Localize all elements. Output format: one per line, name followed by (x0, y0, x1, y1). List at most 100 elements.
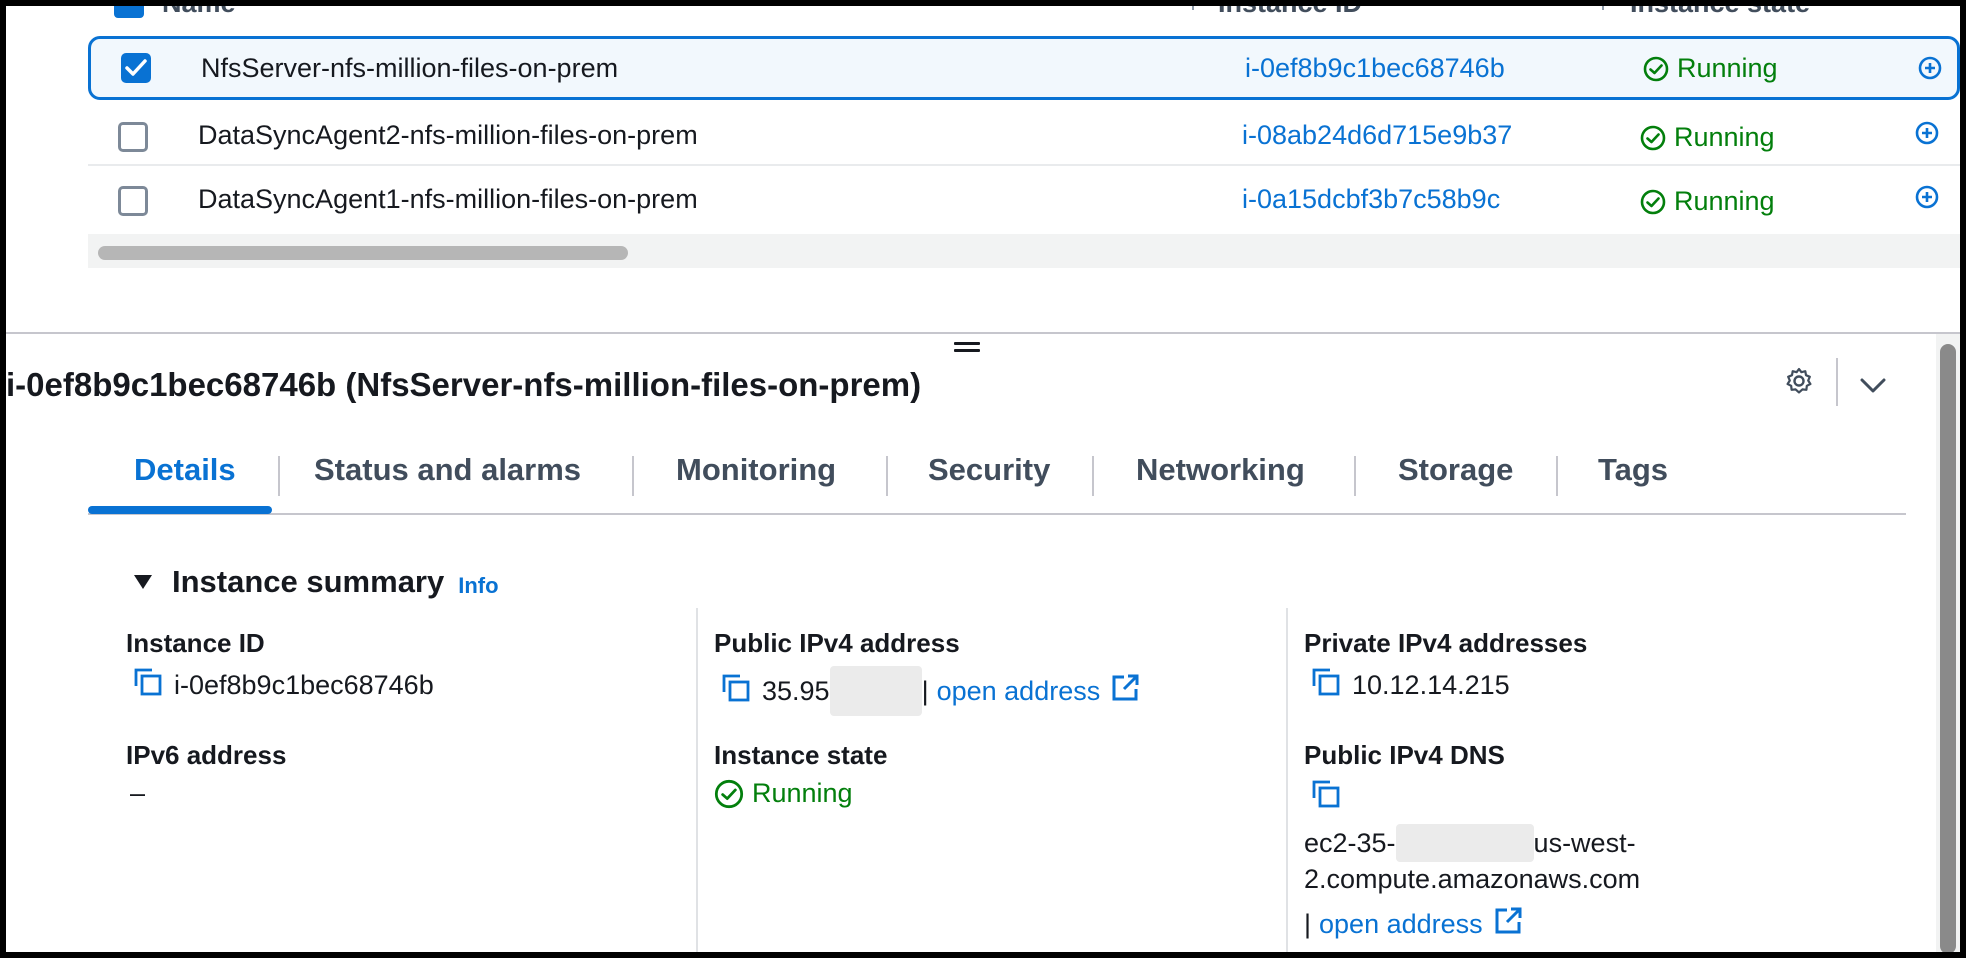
details-tabs: Details Status and alarms Monitoring Sec… (88, 442, 1906, 514)
external-link-icon[interactable] (1110, 673, 1140, 710)
copy-icon[interactable] (1310, 666, 1342, 705)
column-resizer[interactable] (1602, 6, 1604, 10)
public-dns-link-row: | open address (1304, 906, 1523, 943)
instance-summary-header[interactable]: Instance summary Info (134, 564, 499, 600)
public-dns-prefix: ec2-35- (1304, 827, 1396, 858)
public-ipv4-label: Public IPv4 address (714, 628, 960, 658)
vertical-scrollbar-thumb[interactable] (1940, 344, 1956, 952)
instance-state-value: Running (752, 778, 853, 808)
instance-state-label: Running (1677, 53, 1778, 83)
column-divider (1286, 608, 1288, 952)
instance-state: Running (1643, 53, 1778, 84)
table-row[interactable]: NfsServer-nfs-million-files-on-prem i-0e… (88, 36, 1960, 100)
table-row[interactable]: DataSyncAgent2-nfs-million-files-on-prem… (88, 106, 1960, 170)
tab-status-and-alarms[interactable]: Status and alarms (314, 452, 581, 488)
column-header-instance-id[interactable]: Instance ID (1218, 6, 1362, 19)
redacted-area (829, 666, 922, 716)
public-dns-region: us-west- (1533, 827, 1636, 858)
private-ipv4-label: Private IPv4 addresses (1304, 628, 1588, 658)
column-resizer[interactable] (1192, 6, 1194, 10)
instance-name: DataSyncAgent2-nfs-million-files-on-prem (198, 120, 698, 150)
copy-icon[interactable] (720, 672, 752, 711)
open-address-link[interactable]: open address (937, 676, 1101, 707)
public-ipv4-value: 35.95 (762, 675, 830, 706)
ipv6-value: – (130, 778, 146, 808)
status-positive-icon (1643, 56, 1669, 81)
status-positive-icon (1640, 125, 1666, 150)
instance-id-link[interactable]: i-08ab24d6d715e9b37 (1242, 120, 1512, 151)
private-ipv4-value-row: 10.12.14.215 (1310, 666, 1510, 705)
tabs-baseline (88, 513, 1906, 515)
instance-state-value-row: Running (714, 778, 853, 809)
instance-state: Running (1640, 186, 1775, 217)
instance-state-label: Running (1674, 122, 1775, 152)
tab-details[interactable]: Details (134, 452, 236, 488)
open-address-link[interactable]: open address (1319, 909, 1483, 940)
copy-icon[interactable] (1310, 778, 1342, 810)
row-checkbox[interactable] (118, 186, 148, 216)
horizontal-scrollbar[interactable] (88, 234, 1960, 268)
public-dns-label: Public IPv4 DNS (1304, 740, 1505, 770)
public-ipv4-value-row: 35.95 | open address (720, 666, 1140, 716)
instance-id-value-row: i-0ef8b9c1bec68746b (132, 666, 434, 705)
info-link[interactable]: Info (458, 573, 498, 599)
zoom-in-icon[interactable] (1917, 55, 1943, 86)
table-row[interactable]: DataSyncAgent1-nfs-million-files-on-prem… (88, 170, 1960, 234)
tab-tags[interactable]: Tags (1598, 452, 1668, 488)
header-divider (1836, 358, 1838, 406)
instance-id-label: Instance ID (126, 628, 265, 658)
status-positive-icon (714, 779, 744, 808)
instance-state: Running (1640, 122, 1775, 153)
tab-divider (1556, 456, 1558, 496)
tab-divider (278, 456, 280, 496)
active-tab-indicator (88, 506, 272, 514)
column-divider (696, 608, 698, 952)
row-checkbox[interactable] (118, 122, 148, 152)
separator: | (1304, 909, 1312, 939)
table-header: Name ▾ Instance ID Instance state (6, 6, 1960, 22)
row-checkbox[interactable] (121, 53, 151, 83)
tab-storage[interactable]: Storage (1398, 452, 1513, 488)
row-divider (88, 164, 1960, 166)
tab-divider (886, 456, 888, 496)
ec2-console-window: Name ▾ Instance ID Instance state NfsSer… (6, 6, 1960, 952)
status-positive-icon (1640, 189, 1666, 214)
instance-id-value: i-0ef8b9c1bec68746b (174, 670, 434, 700)
instances-table: Name ▾ Instance ID Instance state NfsSer… (6, 6, 1960, 336)
check-icon (125, 59, 147, 76)
tab-networking[interactable]: Networking (1136, 452, 1305, 488)
instance-id-link[interactable]: i-0a15dcbf3b7c58b9c (1242, 184, 1500, 215)
detail-panel-title: i-0ef8b9c1bec68746b (NfsServer-nfs-milli… (6, 366, 922, 403)
redacted-area (1395, 824, 1534, 862)
resize-handle-icon[interactable] (954, 342, 980, 354)
ipv6-label: IPv6 address (126, 740, 287, 770)
select-all-checkbox[interactable] (114, 6, 144, 18)
tab-security[interactable]: Security (928, 452, 1050, 488)
instance-name: NfsServer-nfs-million-files-on-prem (201, 53, 619, 83)
split-panel-divider (6, 332, 1960, 334)
chevron-down-icon[interactable] (1858, 376, 1888, 401)
tab-divider (1092, 456, 1094, 496)
external-link-icon[interactable] (1493, 906, 1523, 943)
caret-down-icon[interactable] (134, 575, 152, 589)
column-header-name[interactable]: Name (162, 6, 236, 19)
zoom-in-icon[interactable] (1914, 184, 1940, 215)
tab-divider (1354, 456, 1356, 496)
copy-icon[interactable] (132, 666, 164, 705)
horizontal-scrollbar-thumb[interactable] (98, 246, 628, 260)
instance-id-link[interactable]: i-0ef8b9c1bec68746b (1245, 53, 1505, 84)
public-dns-line2: 2.compute.amazonaws.com (1304, 864, 1641, 894)
sort-caret-icon[interactable]: ▾ (1166, 6, 1175, 11)
tab-divider (632, 456, 634, 496)
column-header-instance-state[interactable]: Instance state (1630, 6, 1810, 19)
instance-state-label: Instance state (714, 740, 888, 770)
gear-icon[interactable] (1784, 366, 1814, 401)
zoom-in-icon[interactable] (1914, 120, 1940, 151)
tab-monitoring[interactable]: Monitoring (676, 452, 836, 488)
private-ipv4-value: 10.12.14.215 (1352, 670, 1510, 700)
separator: | (921, 675, 929, 706)
section-title: Instance summary (172, 564, 445, 599)
instance-name: DataSyncAgent1-nfs-million-files-on-prem (198, 184, 698, 214)
instance-state-label: Running (1674, 186, 1775, 216)
public-dns-line1: ec2-35- us-west- (1304, 824, 1636, 862)
